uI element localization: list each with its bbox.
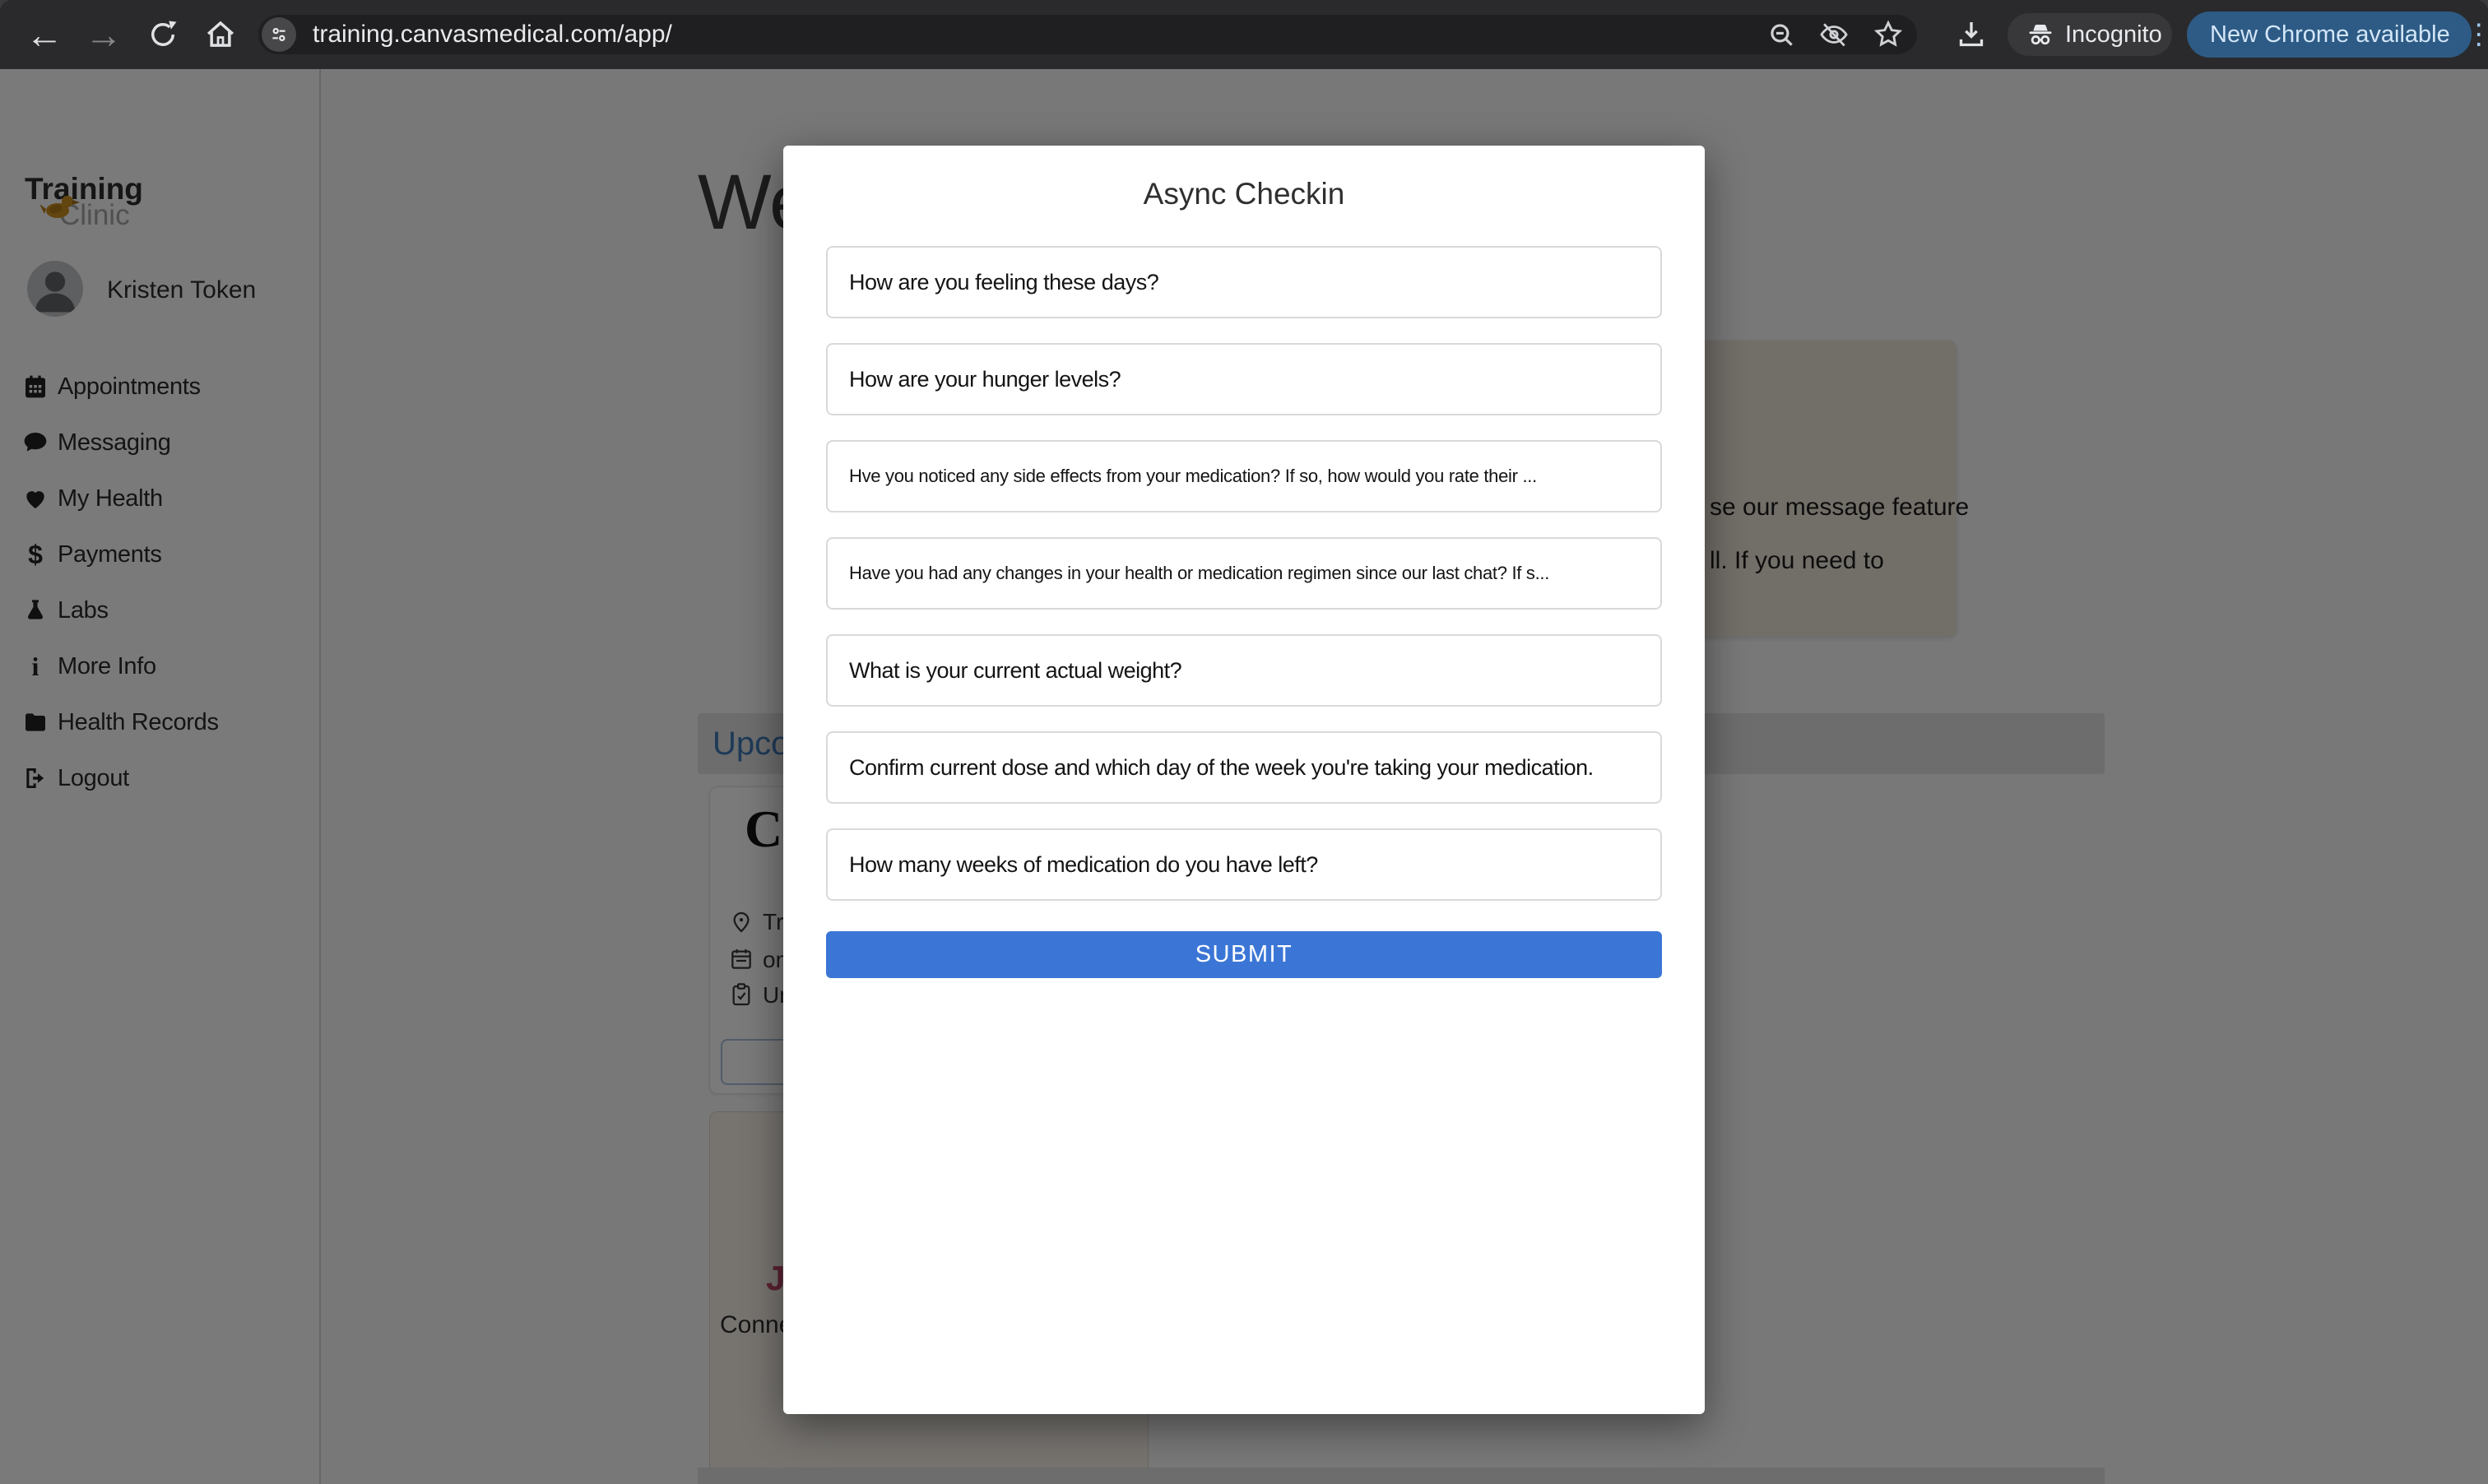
incognito-label: Incognito bbox=[2065, 21, 2162, 49]
question-text: How many weeks of medication do you have… bbox=[849, 830, 1318, 899]
submit-button[interactable]: SUBMIT bbox=[826, 931, 1662, 978]
reload-button[interactable] bbox=[138, 0, 188, 69]
home-button[interactable] bbox=[196, 0, 245, 69]
checkin-question-7[interactable]: How many weeks of medication do you have… bbox=[826, 828, 1662, 901]
site-settings-button[interactable] bbox=[262, 17, 296, 52]
download-icon bbox=[1955, 18, 1988, 51]
question-text: Hve you noticed any side effects from yo… bbox=[849, 442, 1537, 511]
eye-off-icon bbox=[1818, 19, 1850, 50]
star-icon bbox=[1873, 19, 1904, 50]
chrome-update-button[interactable]: New Chrome available ⋮ bbox=[2187, 12, 2472, 58]
async-checkin-modal: Async Checkin How are you feeling these … bbox=[783, 146, 1705, 1414]
checkin-question-3[interactable]: Hve you noticed any side effects from yo… bbox=[826, 440, 1662, 512]
address-bar[interactable]: training.canvasmedical.com/app/ bbox=[258, 15, 1917, 54]
back-button[interactable]: ← bbox=[20, 0, 69, 69]
preview-hidden-button[interactable] bbox=[1818, 19, 1850, 50]
question-text: How are you feeling these days? bbox=[849, 248, 1158, 317]
home-icon bbox=[203, 17, 238, 52]
browser-window: ← → training.canvasmedical.com/app/ bbox=[0, 0, 2488, 1484]
question-text: How are your hunger levels? bbox=[849, 345, 1121, 414]
question-text: Have you had any changes in your health … bbox=[849, 539, 1549, 608]
bookmark-button[interactable] bbox=[1873, 19, 1904, 50]
checkin-question-2[interactable]: How are your hunger levels? bbox=[826, 343, 1662, 415]
question-text: Confirm current dose and which day of th… bbox=[849, 733, 1594, 802]
tune-icon bbox=[268, 24, 290, 45]
browser-menu-button[interactable]: ⋮ bbox=[2465, 12, 2488, 58]
modal-title: Async Checkin bbox=[783, 177, 1705, 211]
downloads-button[interactable] bbox=[1947, 0, 1996, 69]
chrome-update-label: New Chrome available bbox=[2210, 21, 2450, 49]
submit-label: SUBMIT bbox=[1195, 941, 1293, 968]
reload-icon bbox=[146, 17, 180, 52]
zoom-out-button[interactable] bbox=[1766, 19, 1797, 50]
forward-button[interactable]: → bbox=[79, 0, 128, 69]
browser-toolbar: ← → training.canvasmedical.com/app/ bbox=[0, 0, 2488, 69]
page-content: Training Clinic Kristen Token Appointmen… bbox=[0, 69, 2488, 1484]
incognito-icon bbox=[2026, 20, 2055, 49]
magnifier-minus-icon bbox=[1766, 19, 1797, 50]
checkin-question-1[interactable]: How are you feeling these days? bbox=[826, 246, 1662, 318]
checkin-question-4[interactable]: Have you had any changes in your health … bbox=[826, 537, 1662, 610]
checkin-question-6[interactable]: Confirm current dose and which day of th… bbox=[826, 731, 1662, 804]
incognito-badge: Incognito bbox=[2008, 13, 2172, 56]
question-text: What is your current actual weight? bbox=[849, 636, 1181, 705]
checkin-question-5[interactable]: What is your current actual weight? bbox=[826, 634, 1662, 707]
url-text[interactable]: training.canvasmedical.com/app/ bbox=[313, 15, 672, 54]
